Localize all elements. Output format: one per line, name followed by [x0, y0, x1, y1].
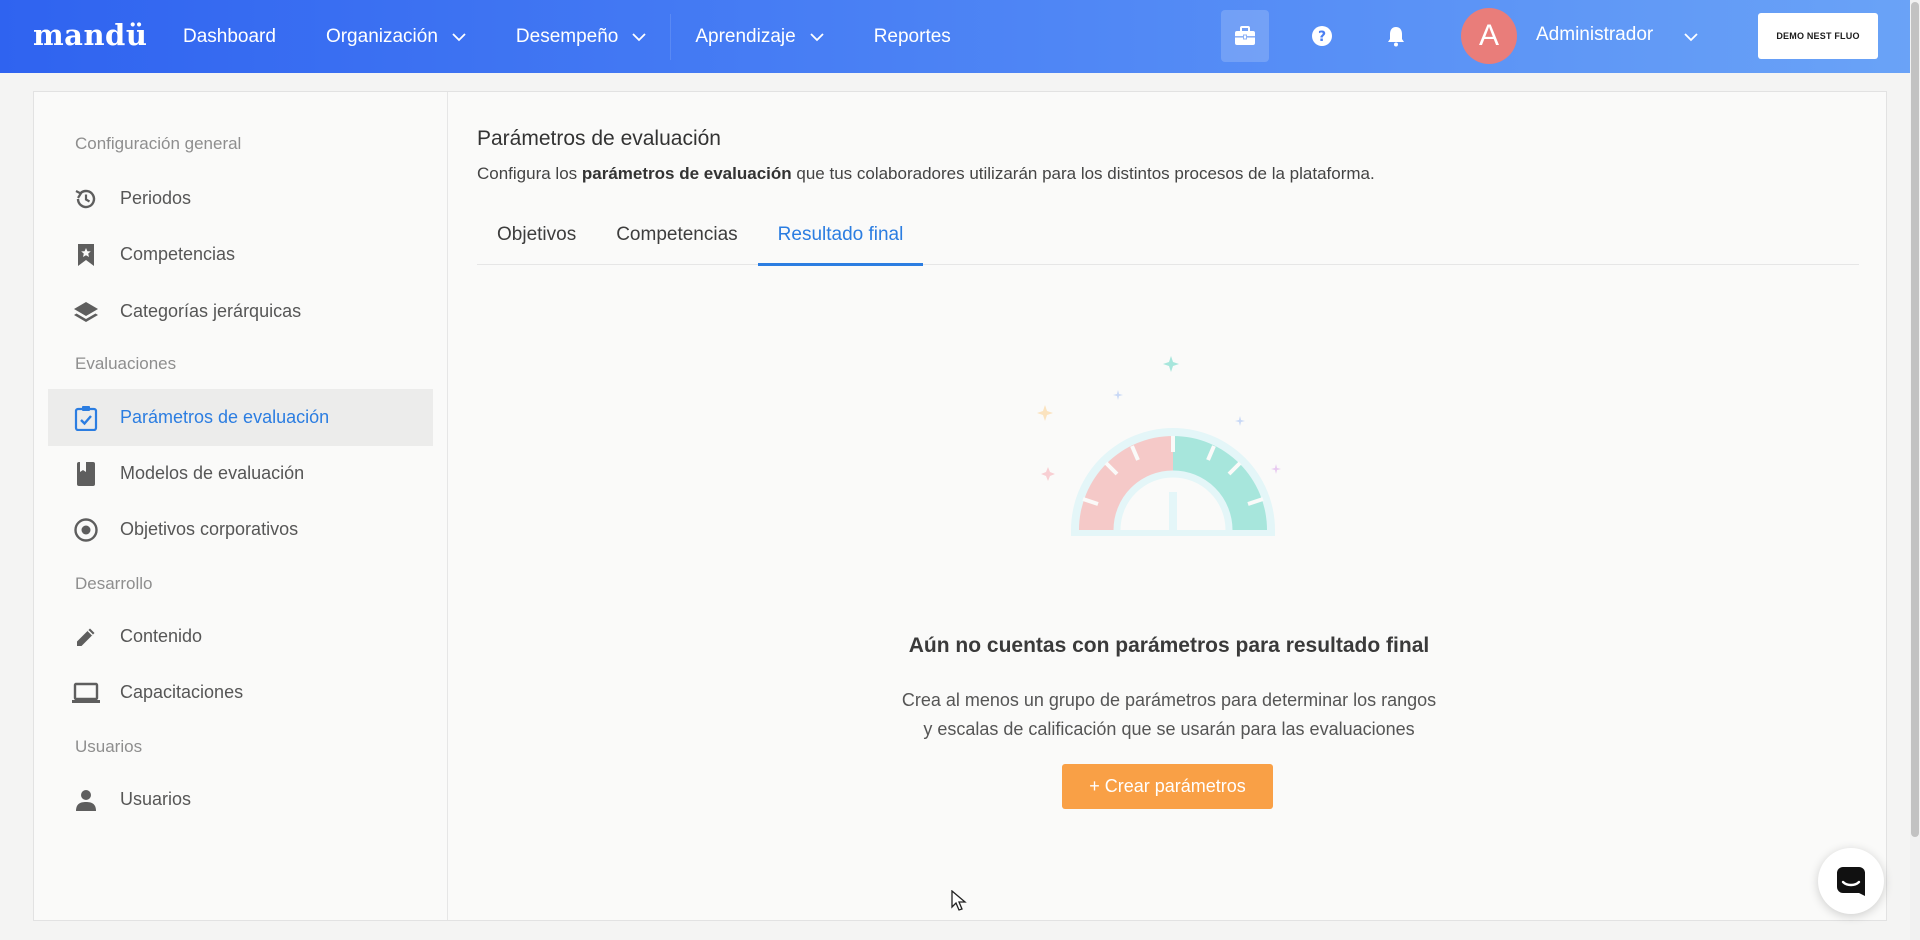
sidebar-item-label: Capacitaciones: [120, 682, 244, 702]
sidebar-item-periodos[interactable]: Periodos: [48, 170, 433, 227]
sidebar-item-objetivos[interactable]: Objetivos corporativos: [48, 501, 433, 558]
sidebar-item-label: Parámetros de evaluación: [120, 407, 330, 427]
nav-reportes[interactable]: Reportes: [874, 26, 951, 48]
avatar-initial: A: [1478, 19, 1499, 52]
tab-objetivos[interactable]: Objetivos: [477, 204, 596, 265]
help-button[interactable]: ?: [1298, 10, 1346, 62]
history-icon: [68, 186, 104, 212]
settings-panel: Configuración general Periodos Competenc…: [33, 91, 1887, 921]
sidebar-item-usuarios[interactable]: Usuarios: [48, 771, 433, 828]
sidebar-item-parametros[interactable]: Parámetros de evaluación: [48, 389, 433, 446]
sidebar-item-label: Objetivos corporativos: [120, 519, 299, 539]
chat-launcher-button[interactable]: [1818, 848, 1884, 914]
chevron-down-icon: [452, 32, 466, 41]
briefcase-button[interactable]: [1221, 10, 1269, 62]
briefcase-icon: [1235, 26, 1255, 45]
sidebar-item-modelos[interactable]: Modelos de evaluación: [48, 445, 433, 502]
main-nav: Dashboard Organización Desempeño Aprendi…: [183, 0, 1001, 73]
mandu-logo[interactable]: mandü: [33, 18, 147, 52]
bookmark-icon: [68, 243, 104, 267]
sidebar-item-label: Periodos: [120, 188, 192, 208]
empty-state-line: Crea al menos un grupo de parámetros par…: [901, 690, 1437, 710]
nav-aprendizaje[interactable]: Aprendizaje: [695, 25, 824, 48]
chevron-down-icon[interactable]: [1683, 30, 1699, 44]
user-name[interactable]: Administrador: [1536, 24, 1653, 46]
clipboard-check-icon: [68, 405, 104, 431]
book-icon: [68, 461, 104, 487]
target-icon: [68, 517, 104, 543]
sidebar-item-label: Contenido: [120, 626, 203, 646]
sidebar-item-label: Modelos de evaluación: [120, 463, 305, 483]
nav-dashboard-label: Dashboard: [183, 25, 276, 47]
layers-icon: [68, 300, 104, 324]
avatar[interactable]: A: [1461, 8, 1517, 64]
page-description-text: Configura los: [477, 164, 582, 183]
pencil-icon: [68, 625, 104, 649]
bell-icon: [1388, 27, 1404, 47]
sidebar-item-competencias[interactable]: Competencias: [48, 226, 433, 283]
tab-resultado-final[interactable]: Resultado final: [757, 204, 924, 266]
sidebar-item-contenido[interactable]: Contenido: [48, 608, 433, 665]
settings-sidebar: Configuración general Periodos Competenc…: [34, 92, 448, 920]
mouse-cursor-icon: [951, 890, 967, 911]
empty-state-description: Crea al menos un grupo de parámetros par…: [449, 686, 1889, 744]
empty-state-line: y escalas de calificación que se usarán …: [923, 719, 1415, 739]
sidebar-section-title: Evaluaciones: [75, 354, 177, 373]
page-description-bold: parámetros de evaluación: [581, 164, 792, 183]
laptop-icon: [68, 682, 104, 704]
page-description: Configura los parámetros de evaluación q…: [477, 164, 1375, 184]
gauge-illustration: [1037, 356, 1281, 536]
main-content: Parámetros de evaluación Configura los p…: [449, 92, 1886, 920]
tab-bar: Objetivos Competencias Resultado final: [477, 204, 1859, 266]
nav-desempeno-label: Desempeño: [515, 25, 619, 47]
sidebar-item-label: Usuarios: [120, 789, 192, 809]
chat-icon: [1837, 867, 1865, 896]
nav-desempeno[interactable]: Desempeño: [516, 26, 646, 48]
chevron-down-icon: [810, 32, 824, 41]
page-description-text: que tus colaboradores utilizarán para lo…: [791, 164, 1375, 183]
person-icon: [68, 788, 104, 812]
empty-state-title: Aún no cuentas con parámetros para resul…: [908, 634, 1430, 657]
sidebar-item-label: Categorías jerárquicas: [120, 301, 302, 321]
nav-organizacion[interactable]: Organización: [326, 26, 466, 48]
sidebar-section-title: Usuarios: [75, 737, 143, 756]
nav-aprendizaje-label: Aprendizaje: [695, 25, 796, 47]
scrollbar-thumb[interactable]: [1911, 2, 1919, 837]
top-navigation-bar: mandü Dashboard Organización Desempeño A…: [0, 0, 1920, 73]
sidebar-section-title: Configuración general: [75, 134, 242, 153]
sidebar-item-label: Competencias: [120, 244, 236, 264]
nav-dashboard[interactable]: Dashboard: [183, 26, 276, 48]
chevron-down-icon: [632, 32, 646, 41]
tab-competencias[interactable]: Competencias: [596, 204, 757, 265]
notifications-button[interactable]: [1372, 10, 1420, 62]
help-icon: ?: [1312, 26, 1332, 46]
svg-text:?: ?: [1318, 29, 1326, 45]
sidebar-item-categorias[interactable]: Categorías jerárquicas: [48, 283, 433, 340]
nav-separator: [670, 13, 672, 60]
sidebar-item-capacitaciones[interactable]: Capacitaciones: [48, 664, 433, 721]
page-title: Parámetros de evaluación: [477, 127, 721, 150]
nav-organizacion-label: Organización: [325, 25, 438, 47]
company-switch-button[interactable]: DEMO NEST FLUO: [1758, 13, 1878, 59]
nav-reportes-label: Reportes: [873, 25, 951, 47]
create-parameters-button[interactable]: + Crear parámetros: [1062, 764, 1273, 809]
sidebar-section-title: Desarrollo: [75, 574, 153, 593]
